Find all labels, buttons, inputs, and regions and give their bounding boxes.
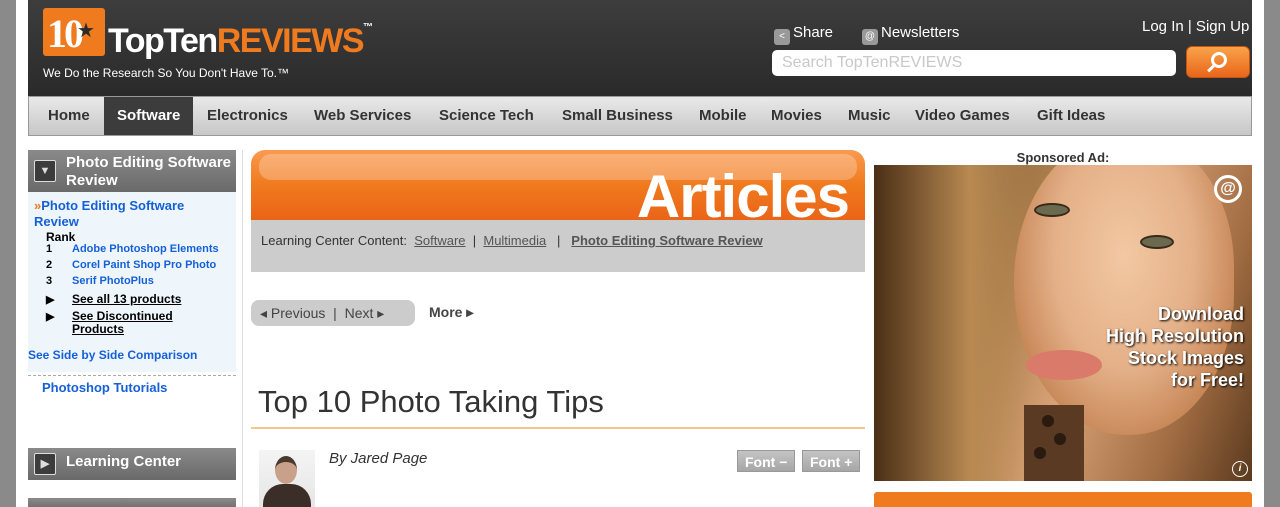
rank-number: 3 — [46, 275, 53, 287]
ad-bead — [1034, 447, 1046, 459]
ad-eye-right — [1140, 235, 1174, 249]
next-sidebar-header[interactable] — [28, 498, 236, 507]
nav-science-tech[interactable]: Science Tech — [426, 97, 547, 135]
nav-movies[interactable]: Movies — [758, 97, 835, 135]
search-icon-handle — [1207, 64, 1215, 73]
breadcrumb: Learning Center Content: Software | Mult… — [251, 220, 865, 272]
sidebar-divider — [28, 375, 236, 376]
share-link[interactable]: < Share — [774, 24, 833, 45]
more-button[interactable]: More ▸ — [429, 304, 473, 321]
font-increase-button[interactable]: Font + — [802, 450, 861, 472]
ad-bottom-banner[interactable] — [874, 492, 1252, 507]
sidebar-section-header[interactable]: ▼ Photo Editing Software Review — [28, 150, 236, 192]
search-input[interactable] — [772, 50, 1176, 76]
tagline: We Do the Research So You Don't Have To.… — [43, 66, 289, 80]
breadcrumb-multimedia[interactable]: Multimedia — [483, 233, 546, 248]
main-nav: Home Software Electronics Web Services S… — [28, 96, 1252, 136]
page-title: Top 10 Photo Taking Tips — [258, 384, 604, 419]
sidebar-current-link[interactable]: »Photo Editing Software Review — [34, 198, 230, 230]
logo-reviews-text: REVIEWS — [216, 22, 365, 60]
nav-music[interactable]: Music — [835, 97, 904, 135]
ad-text-line: for Free! — [1170, 370, 1244, 390]
sidebar-menu: »Photo Editing Software Review Rank 1 Ado… — [28, 192, 236, 372]
ad-text: Download High Resolution Stock Images fo… — [1106, 303, 1244, 391]
ad-eye-left — [1034, 203, 1070, 217]
chevron-right-icon: ▶ — [34, 453, 56, 475]
site-header: 10 ★ TopTenREVIEWS™ We Do the Research S… — [28, 0, 1252, 96]
logo-number: 10 — [47, 11, 84, 56]
font-decrease-button[interactable]: Font − — [737, 450, 796, 472]
see-discontinued-row[interactable]: ▶ See Discontinued Products — [46, 310, 236, 336]
learning-center-header[interactable]: ▶ Learning Center — [28, 448, 236, 480]
logo-icon[interactable]: 10 ★ — [43, 8, 105, 56]
list-item[interactable]: 1 Adobe Photoshop Elements — [46, 243, 219, 255]
see-all-products-link[interactable]: See all 13 products — [72, 292, 181, 306]
logo-top-text: TopTen — [108, 22, 218, 60]
articles-title: Articles — [636, 163, 850, 221]
title-divider — [251, 427, 865, 429]
avatar-body — [263, 484, 311, 507]
next-button[interactable]: Next ▸ — [345, 305, 385, 321]
sidebar-current-label: Photo Editing Software Review — [34, 198, 185, 229]
nav-web-services[interactable]: Web Services — [301, 97, 424, 135]
see-all-products-row[interactable]: ▶ See all 13 products — [46, 292, 181, 306]
ad-image[interactable]: @ Download High Resolution Stock Images … — [874, 165, 1252, 481]
nav-home[interactable]: Home — [35, 97, 103, 135]
rank-label: Rank — [46, 230, 76, 244]
rank-number: 2 — [46, 259, 53, 271]
sponsored-label: Sponsored Ad: — [1016, 150, 1110, 165]
nav-video-games[interactable]: Video Games — [902, 97, 1023, 135]
product-link[interactable]: Adobe Photoshop Elements — [72, 243, 219, 255]
breadcrumb-software[interactable]: Software — [414, 233, 465, 248]
previous-button[interactable]: ◂ Previous — [260, 305, 325, 321]
ad-hair — [874, 165, 1034, 481]
login-signup-link[interactable]: Log In | Sign Up — [1142, 18, 1249, 35]
author-avatar — [259, 450, 315, 507]
logo-tm: ™ — [363, 22, 373, 33]
list-item[interactable]: 2 Corel Paint Shop Pro Photo — [46, 259, 216, 271]
chevron-down-icon: ▼ — [34, 160, 56, 182]
column-divider — [242, 150, 243, 507]
ad-text-line: High Resolution — [1106, 326, 1244, 346]
ad-bead — [1054, 433, 1066, 445]
photoshop-tutorials-link[interactable]: Photoshop Tutorials — [42, 380, 167, 395]
nav-mobile[interactable]: Mobile — [686, 97, 760, 135]
page-frame: 10 ★ TopTenREVIEWS™ We Do the Research S… — [16, 0, 1264, 507]
articles-banner: Articles — [251, 150, 865, 220]
logo-wordmark[interactable]: TopTenREVIEWS™ — [108, 22, 373, 61]
nav-small-business[interactable]: Small Business — [549, 97, 686, 135]
learning-center-label: Learning Center — [66, 453, 182, 470]
ad-lips — [1026, 350, 1102, 380]
avatar-head — [275, 456, 297, 484]
byline: By Jared Page — [329, 450, 428, 467]
list-item[interactable]: 3 Serif PhotoPlus — [46, 275, 154, 287]
star-icon: ★ — [77, 20, 95, 42]
info-icon[interactable]: i — [1232, 461, 1248, 477]
ad-neck — [1024, 405, 1084, 481]
breadcrumb-current[interactable]: Photo Editing Software Review — [571, 233, 762, 248]
side-by-side-link[interactable]: See Side by Side Comparison — [28, 348, 197, 362]
newsletters-label: Newsletters — [881, 24, 960, 41]
see-discontinued-link[interactable]: See Discontinued Products — [72, 310, 192, 336]
ad-text-line: Download — [1158, 304, 1244, 324]
nav-gift-ideas[interactable]: Gift Ideas — [1024, 97, 1118, 135]
product-link[interactable]: Corel Paint Shop Pro Photo — [72, 259, 216, 271]
at-icon: @ — [862, 29, 878, 45]
breadcrumb-prefix: Learning Center Content: — [261, 233, 407, 248]
product-link[interactable]: Serif PhotoPlus — [72, 275, 154, 287]
ad-bead — [1042, 415, 1054, 427]
pager: ◂ Previous | Next ▸ — [251, 300, 415, 326]
sidebar-section-title: Photo Editing Software Review — [66, 154, 231, 189]
nav-electronics[interactable]: Electronics — [194, 97, 301, 135]
share-icon: < — [774, 29, 790, 45]
swirl-logo-icon: @ — [1214, 175, 1242, 203]
nav-software[interactable]: Software — [104, 97, 194, 135]
search-button[interactable] — [1186, 46, 1250, 78]
triangle-right-icon: ▶ — [46, 311, 55, 323]
triangle-right-icon: ▶ — [46, 294, 55, 306]
rank-number: 1 — [46, 243, 53, 255]
share-label: Share — [793, 24, 834, 41]
ad-text-line: Stock Images — [1127, 348, 1244, 368]
newsletters-link[interactable]: @ Newsletters — [862, 24, 959, 45]
